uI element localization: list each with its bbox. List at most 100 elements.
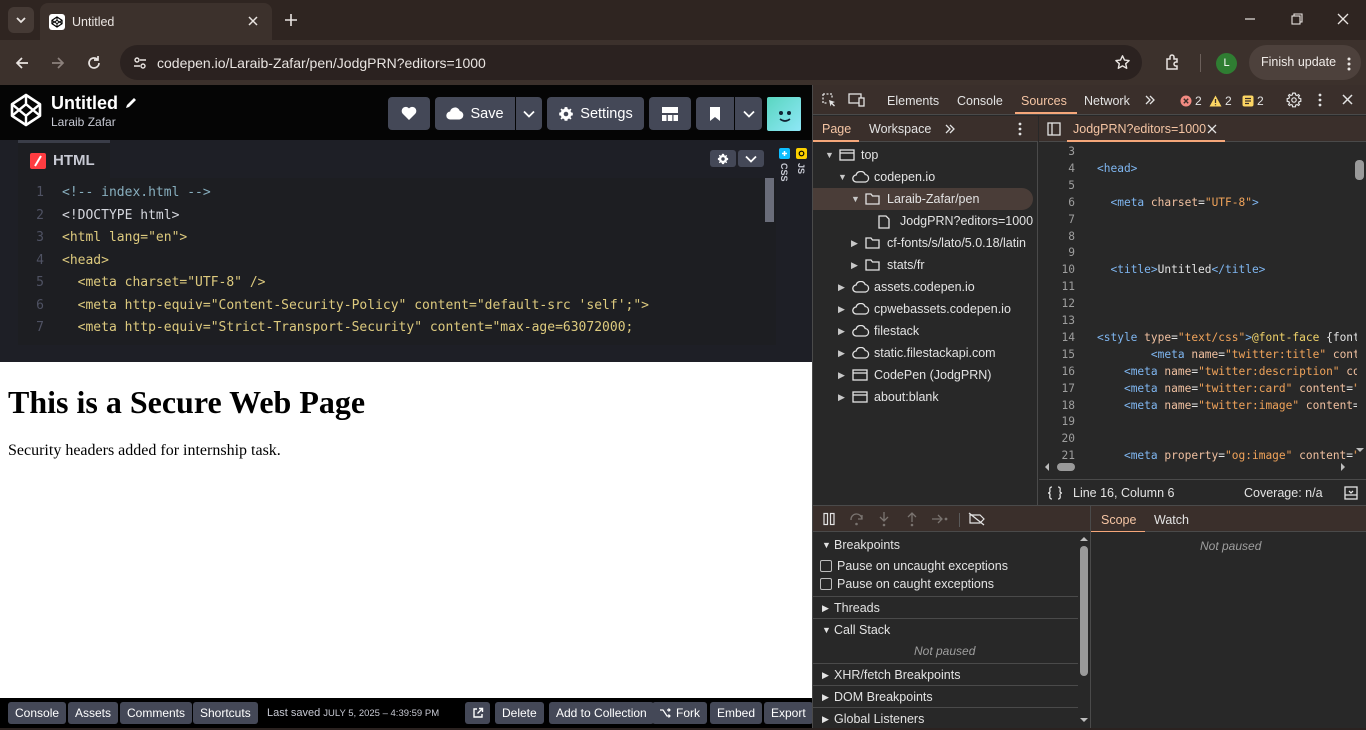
deactivate-breakpoints-icon[interactable]: [968, 512, 986, 526]
open-file-tab[interactable]: JodgPRN?editors=1000: [1073, 122, 1206, 136]
bookmark-button[interactable]: [696, 97, 734, 130]
editor-scrollbar[interactable]: [765, 178, 774, 222]
save-options-button[interactable]: [516, 97, 542, 130]
embed-button[interactable]: Embed: [710, 702, 763, 724]
error-count[interactable]: 2: [1180, 94, 1202, 108]
tree-item[interactable]: JodgPRN?editors=1000: [813, 210, 1038, 232]
bookmark-options-button[interactable]: [735, 97, 762, 130]
tree-item[interactable]: ▼ Laraib-Zafar/pen: [813, 188, 1033, 210]
pause-caught-checkbox[interactable]: Pause on caught exceptions: [813, 575, 1078, 593]
collapsed-arrow-icon[interactable]: ▶: [838, 342, 845, 364]
change-view-button[interactable]: [649, 97, 691, 130]
tab-elements[interactable]: Elements: [887, 94, 939, 108]
line-number[interactable]: 18: [1039, 397, 1075, 414]
pretty-print-braces-icon[interactable]: [1047, 486, 1063, 500]
pause-uncaught-checkbox[interactable]: Pause on uncaught exceptions: [813, 557, 1078, 575]
html-editor-tab[interactable]: HTML: [18, 140, 110, 178]
tab-watch[interactable]: Watch: [1154, 513, 1189, 527]
bottom-panel-toggle-icon[interactable]: [1344, 486, 1358, 500]
extensions-icon[interactable]: [1164, 53, 1183, 72]
scroll-right-icon[interactable]: [1339, 462, 1347, 472]
line-number[interactable]: 3: [1039, 143, 1075, 160]
source-vertical-scrollbar[interactable]: [1355, 160, 1364, 180]
tree-item[interactable]: ▶ assets.codepen.io: [813, 276, 1038, 298]
xhr-breakpoints-section[interactable]: ▶ XHR/fetch Breakpoints: [813, 664, 1078, 686]
tree-item[interactable]: ▶ static.filestackapi.com: [813, 342, 1038, 364]
add-to-collection-button[interactable]: Add to Collection: [549, 702, 654, 724]
tab-workspace[interactable]: Workspace: [869, 122, 931, 136]
address-bar[interactable]: codepen.io/Laraib-Zafar/pen/JodgPRN?edit…: [120, 45, 1142, 80]
collapsed-arrow-icon[interactable]: ▶: [838, 386, 845, 408]
like-button[interactable]: [388, 97, 430, 130]
tab-network[interactable]: Network: [1084, 94, 1130, 108]
tab-scope[interactable]: Scope: [1101, 513, 1136, 527]
line-number[interactable]: 9: [1039, 244, 1075, 261]
expanded-arrow-icon[interactable]: ▼: [851, 188, 860, 210]
open-in-new-window-button[interactable]: [465, 702, 490, 724]
tree-item[interactable]: ▶ stats/fr: [813, 254, 1038, 276]
back-arrow-icon[interactable]: [13, 54, 31, 72]
settings-gear-icon[interactable]: [1286, 92, 1302, 108]
save-button[interactable]: Save: [435, 97, 515, 130]
line-number[interactable]: 4: [1039, 160, 1075, 177]
navigator-menu-icon[interactable]: [1018, 122, 1022, 136]
editor-resize-handle[interactable]: [0, 345, 812, 362]
comments-button[interactable]: Comments: [120, 702, 193, 724]
settings-button[interactable]: Settings: [547, 97, 644, 130]
pen-title[interactable]: Untitled: [51, 93, 118, 114]
expanded-arrow-icon[interactable]: ▼: [838, 166, 847, 188]
line-number[interactable]: 12: [1039, 295, 1075, 312]
tab-sources[interactable]: Sources: [1021, 94, 1067, 108]
debugger-sidebar-scrollbar[interactable]: [1078, 532, 1090, 728]
code-editor[interactable]: 1 <!-- index.html --> 2 <!DOCTYPE html> 3 <…: [18, 178, 776, 345]
collapsed-arrow-icon[interactable]: ▶: [838, 364, 845, 386]
scroll-left-icon[interactable]: [1043, 462, 1051, 472]
collapsed-arrow-icon[interactable]: ▶: [851, 232, 858, 254]
line-number[interactable]: 20: [1039, 430, 1075, 447]
global-listeners-section[interactable]: ▶ Global Listeners: [813, 708, 1078, 730]
edit-title-pencil-icon[interactable]: [124, 96, 138, 110]
close-devtools-icon[interactable]: [1341, 93, 1354, 106]
tree-item[interactable]: ▶ CodePen (JodgPRN): [813, 364, 1038, 386]
fork-button[interactable]: Fork: [652, 702, 707, 724]
toggle-navigator-icon[interactable]: [1047, 122, 1061, 136]
tab-close-icon[interactable]: [246, 14, 260, 28]
tree-item[interactable]: ▶ about:blank: [813, 386, 1038, 408]
line-number[interactable]: 15: [1039, 346, 1075, 363]
scroll-down-icon[interactable]: [1355, 446, 1365, 454]
line-number[interactable]: 16: [1039, 363, 1075, 380]
line-number[interactable]: 11: [1039, 278, 1075, 295]
collapsed-arrow-icon[interactable]: ▶: [838, 320, 845, 342]
line-number[interactable]: 14: [1039, 329, 1075, 346]
minimize-window-icon[interactable]: [1243, 12, 1257, 26]
console-button[interactable]: Console: [8, 702, 67, 724]
line-number[interactable]: 13: [1039, 312, 1075, 329]
source-horizontal-scrollbar[interactable]: [1057, 463, 1075, 471]
breakpoints-section[interactable]: ▼ Breakpoints: [813, 534, 1078, 556]
warning-count[interactable]: 2: [1209, 94, 1232, 108]
issues-count[interactable]: 2: [1242, 94, 1264, 108]
bookmark-star-icon[interactable]: [1114, 54, 1131, 71]
line-number[interactable]: 7: [1039, 211, 1075, 228]
kebab-menu-icon[interactable]: [1318, 93, 1322, 107]
tree-item[interactable]: ▶ filestack: [813, 320, 1038, 342]
reload-icon[interactable]: [85, 54, 103, 72]
js-editor-collapsed[interactable]: JS: [796, 148, 809, 174]
line-number[interactable]: 19: [1039, 413, 1075, 430]
tree-item[interactable]: ▼ top: [813, 144, 1038, 166]
shortcuts-button[interactable]: Shortcuts: [193, 702, 258, 724]
more-nav-tabs-icon[interactable]: [944, 123, 956, 135]
finish-update-button[interactable]: Finish update: [1249, 45, 1361, 80]
line-number[interactable]: 5: [1039, 177, 1075, 194]
tab-console[interactable]: Console: [957, 94, 1003, 108]
line-number[interactable]: 8: [1039, 228, 1075, 245]
collapsed-arrow-icon[interactable]: ▶: [851, 254, 858, 276]
pen-author[interactable]: Laraib Zafar: [51, 115, 116, 129]
export-button[interactable]: Export: [764, 702, 813, 724]
collapsed-arrow-icon[interactable]: ▶: [838, 298, 845, 320]
site-settings-icon[interactable]: [132, 55, 148, 71]
threads-section[interactable]: ▶ Threads: [813, 597, 1078, 619]
line-number[interactable]: 10: [1039, 261, 1075, 278]
tree-item[interactable]: ▼ codepen.io: [813, 166, 1038, 188]
profile-avatar[interactable]: L: [1216, 53, 1237, 74]
